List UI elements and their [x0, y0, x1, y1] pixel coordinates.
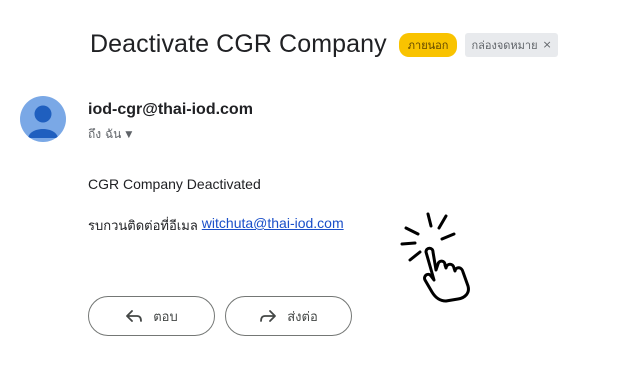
forward-button[interactable]: ส่งต่อ — [225, 296, 352, 336]
body-line-deactivated: CGR Company Deactivated — [88, 176, 261, 192]
chevron-down-icon[interactable]: ▼ — [125, 130, 132, 140]
recipient-text: ถึง ฉัน — [88, 127, 122, 141]
hand-pointer-icon — [400, 212, 470, 303]
subject-row: Deactivate CGR Company ภายนอก กล่องจดหมา… — [90, 30, 558, 59]
email-subject: Deactivate CGR Company — [90, 30, 387, 58]
contact-email-link[interactable]: witchuta@thai-iod.com — [202, 215, 344, 236]
recipient-row[interactable]: ถึง ฉัน ▼ — [88, 125, 132, 144]
inbox-label-badge[interactable]: กล่องจดหมาย × — [465, 32, 558, 57]
external-label-badge[interactable]: ภายนอก — [398, 32, 458, 57]
reply-arrow-icon — [126, 310, 143, 322]
contact-prefix-text: รบกวนติดต่อที่อีเมล — [88, 219, 198, 234]
body-line-contact: รบกวนติดต่อที่อีเมล witchuta@thai-iod.co… — [88, 215, 344, 236]
forward-arrow-icon — [260, 310, 277, 322]
remove-label-icon[interactable]: × — [543, 38, 552, 51]
inbox-label-text: กล่องจดหมาย — [471, 38, 538, 52]
reply-label: ตอบ — [153, 309, 178, 325]
person-avatar-icon — [28, 105, 58, 138]
avatar[interactable] — [20, 96, 66, 142]
forward-label: ส่งต่อ — [287, 309, 318, 325]
reply-button[interactable]: ตอบ — [88, 296, 215, 336]
sender-address[interactable]: iod-cgr@thai-iod.com — [88, 101, 253, 119]
